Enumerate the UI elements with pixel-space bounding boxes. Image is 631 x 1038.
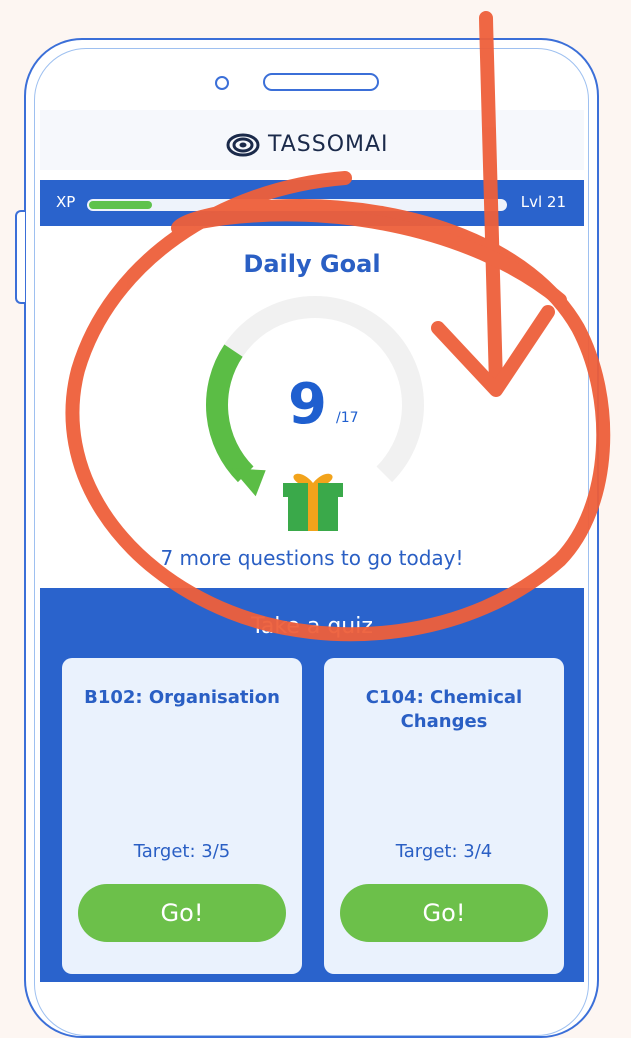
questions-remaining-text: 7 more questions to go today! — [160, 546, 464, 570]
xp-progress-fill — [89, 201, 152, 209]
phone-camera — [215, 76, 229, 90]
app-screen: TASSOMAI XP Lvl 21 Daily Goal 9 /17 7 mo… — [40, 110, 584, 982]
daily-goal-total: /17 — [336, 410, 359, 426]
xp-bar: XP Lvl 21 — [40, 180, 584, 226]
level-label: Lvl 21 — [520, 193, 566, 211]
quiz-card-target: Target: 3/5 — [133, 841, 231, 862]
quiz-card-title: B102: Organisation — [84, 687, 280, 708]
app-logo: TASSOMAI — [226, 132, 389, 157]
go-button[interactable]: Go! — [78, 884, 286, 942]
quiz-section-title: Take a quiz — [251, 614, 373, 639]
app-header: TASSOMAI — [40, 110, 584, 170]
go-button[interactable]: Go! — [340, 884, 548, 942]
quiz-card-title: C104: Chemical Changes — [365, 687, 523, 732]
spiral-logo-icon — [226, 133, 260, 156]
phone-speaker — [263, 73, 379, 91]
xp-progress-track — [87, 199, 507, 211]
quiz-card-c104[interactable]: C104: Chemical Changes Target: 3/4 Go! — [324, 658, 564, 974]
gauge-arrow-head — [231, 468, 266, 497]
gift-icon[interactable] — [280, 465, 346, 533]
phone-side-button — [15, 210, 25, 304]
quiz-card-target: Target: 3/4 — [395, 841, 493, 862]
daily-goal-title: Daily Goal — [243, 250, 381, 278]
logo-text: TASSOMAI — [268, 132, 389, 157]
quiz-card-b102[interactable]: B102: Organisation Target: 3/5 Go! — [62, 658, 302, 974]
gauge-fill — [206, 344, 254, 483]
daily-goal-count: 9 — [288, 372, 327, 437]
xp-label: XP — [56, 193, 76, 211]
